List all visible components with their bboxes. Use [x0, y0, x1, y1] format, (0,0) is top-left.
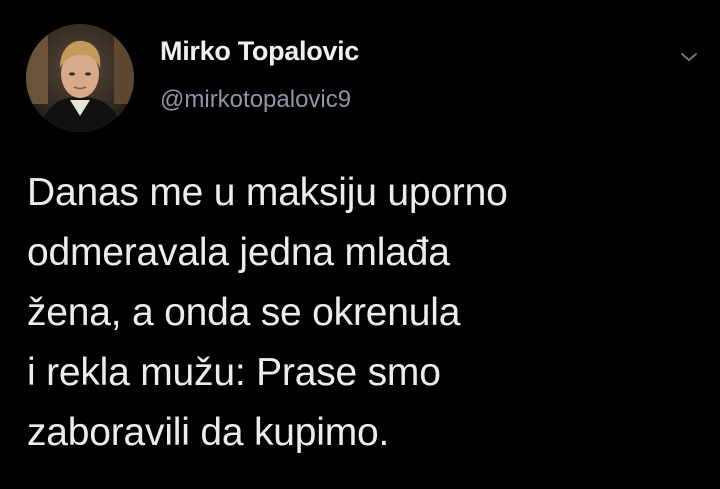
tweet-text-line: odmeravala jedna mlađa: [27, 231, 450, 274]
chevron-down-icon[interactable]: [674, 42, 704, 72]
tweet-text-line: zaboravili da kupimo.: [27, 411, 390, 454]
tweet-card: Mirko Topalovic @mirkotopalovic9 Danas m…: [0, 0, 720, 489]
tweet-text-line: Danas me u maksiju uporno: [27, 171, 508, 214]
tweet-text: Danas me u maksiju uporno odmeravala jed…: [27, 163, 707, 463]
tweet-text-line: i rekla mužu: Prase smo: [27, 351, 441, 394]
author-avatar[interactable]: [26, 24, 134, 132]
avatar-photo: [26, 24, 134, 132]
author-handle[interactable]: @mirkotopalovic9: [160, 86, 351, 114]
tweet-text-line: žena, a onda se okrenula: [27, 291, 461, 334]
author-display-name[interactable]: Mirko Topalovic: [160, 36, 359, 67]
